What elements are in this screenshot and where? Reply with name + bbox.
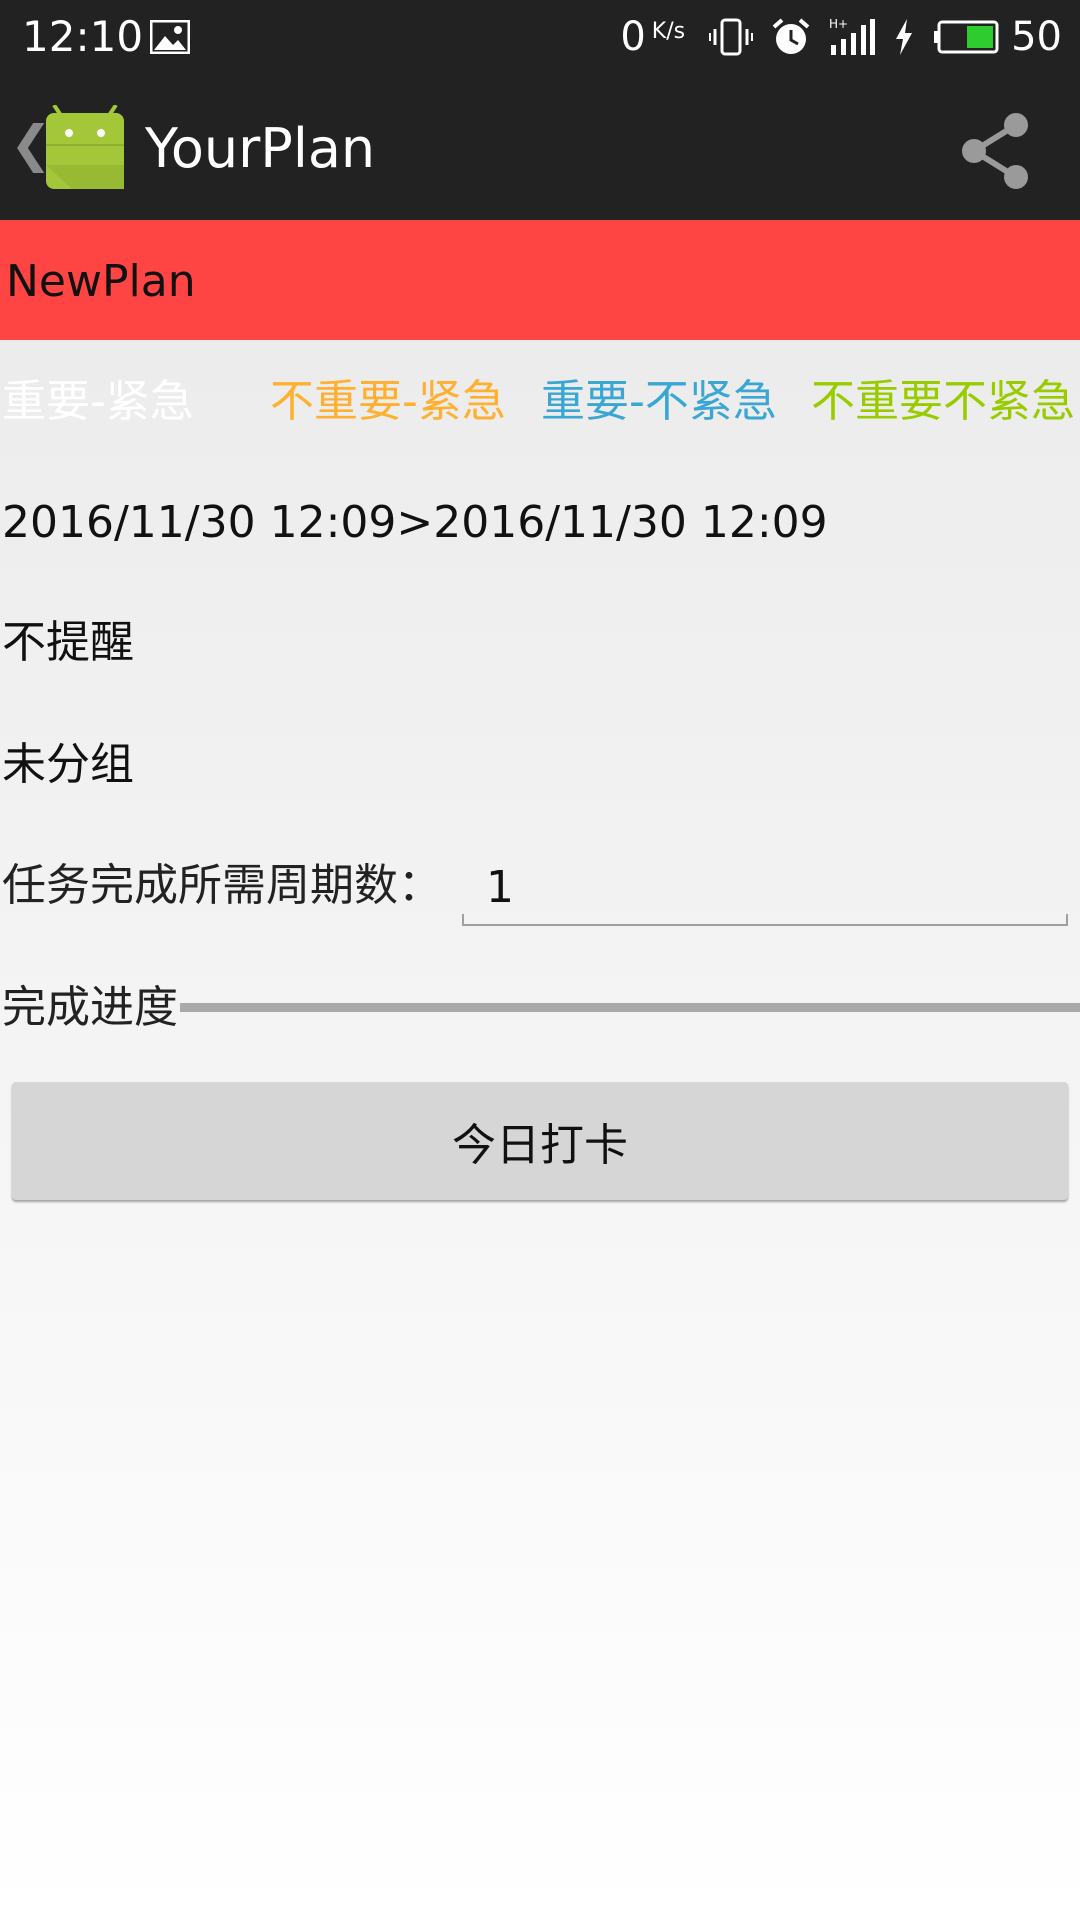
priority-important-urgent[interactable]: 重要-紧急	[2, 372, 194, 432]
net-speed-unit: K/s	[651, 18, 686, 44]
input-edge-right	[1066, 914, 1068, 926]
priority-selector: 重要-紧急 不重要-紧急 重要-不紧急 不重要不紧急	[0, 372, 1080, 432]
cycles-input[interactable]	[462, 850, 1068, 926]
battery-icon	[934, 20, 999, 54]
signal-icon: H+	[829, 17, 876, 55]
progress-label: 完成进度	[2, 982, 178, 1033]
reminder-setting[interactable]: 不提醒	[2, 615, 134, 671]
date-range[interactable]: 2016/11/30 12:09>2016/11/30 12:09	[2, 495, 828, 551]
priority-important-not-urgent[interactable]: 重要-不紧急	[541, 372, 777, 432]
group-setting[interactable]: 未分组	[2, 737, 134, 793]
priority-unimportant-urgent[interactable]: 不重要-紧急	[270, 372, 506, 432]
net-speed: 0	[620, 14, 646, 60]
image-icon	[150, 20, 190, 54]
status-time: 12:10	[22, 12, 144, 61]
progress-bar	[180, 1003, 1080, 1012]
battery-percent: 50	[1011, 14, 1062, 60]
android-logo-icon[interactable]	[42, 105, 128, 191]
plan-title[interactable]: NewPlan	[6, 256, 196, 308]
status-indicators: 0 K/s H+ 50	[620, 12, 1062, 62]
plan-header: NewPlan	[0, 220, 1080, 340]
app-title: YourPlan	[145, 117, 376, 180]
cycles-label: 任务完成所需周期数：	[2, 860, 442, 911]
priority-unimportant-not-urgent[interactable]: 不重要不紧急	[811, 372, 1075, 432]
action-bar: ❮ YourPlan	[0, 75, 1080, 220]
input-edge-left	[462, 914, 464, 926]
status-bar: 12:10 0 K/s H+ 50	[0, 0, 1080, 75]
share-icon[interactable]	[950, 105, 1040, 195]
checkin-button[interactable]: 今日打卡	[12, 1082, 1068, 1200]
vibrate-icon	[709, 18, 754, 56]
alarm-icon	[772, 18, 810, 54]
svg-text:H+: H+	[829, 17, 848, 31]
charging-icon	[896, 19, 913, 55]
